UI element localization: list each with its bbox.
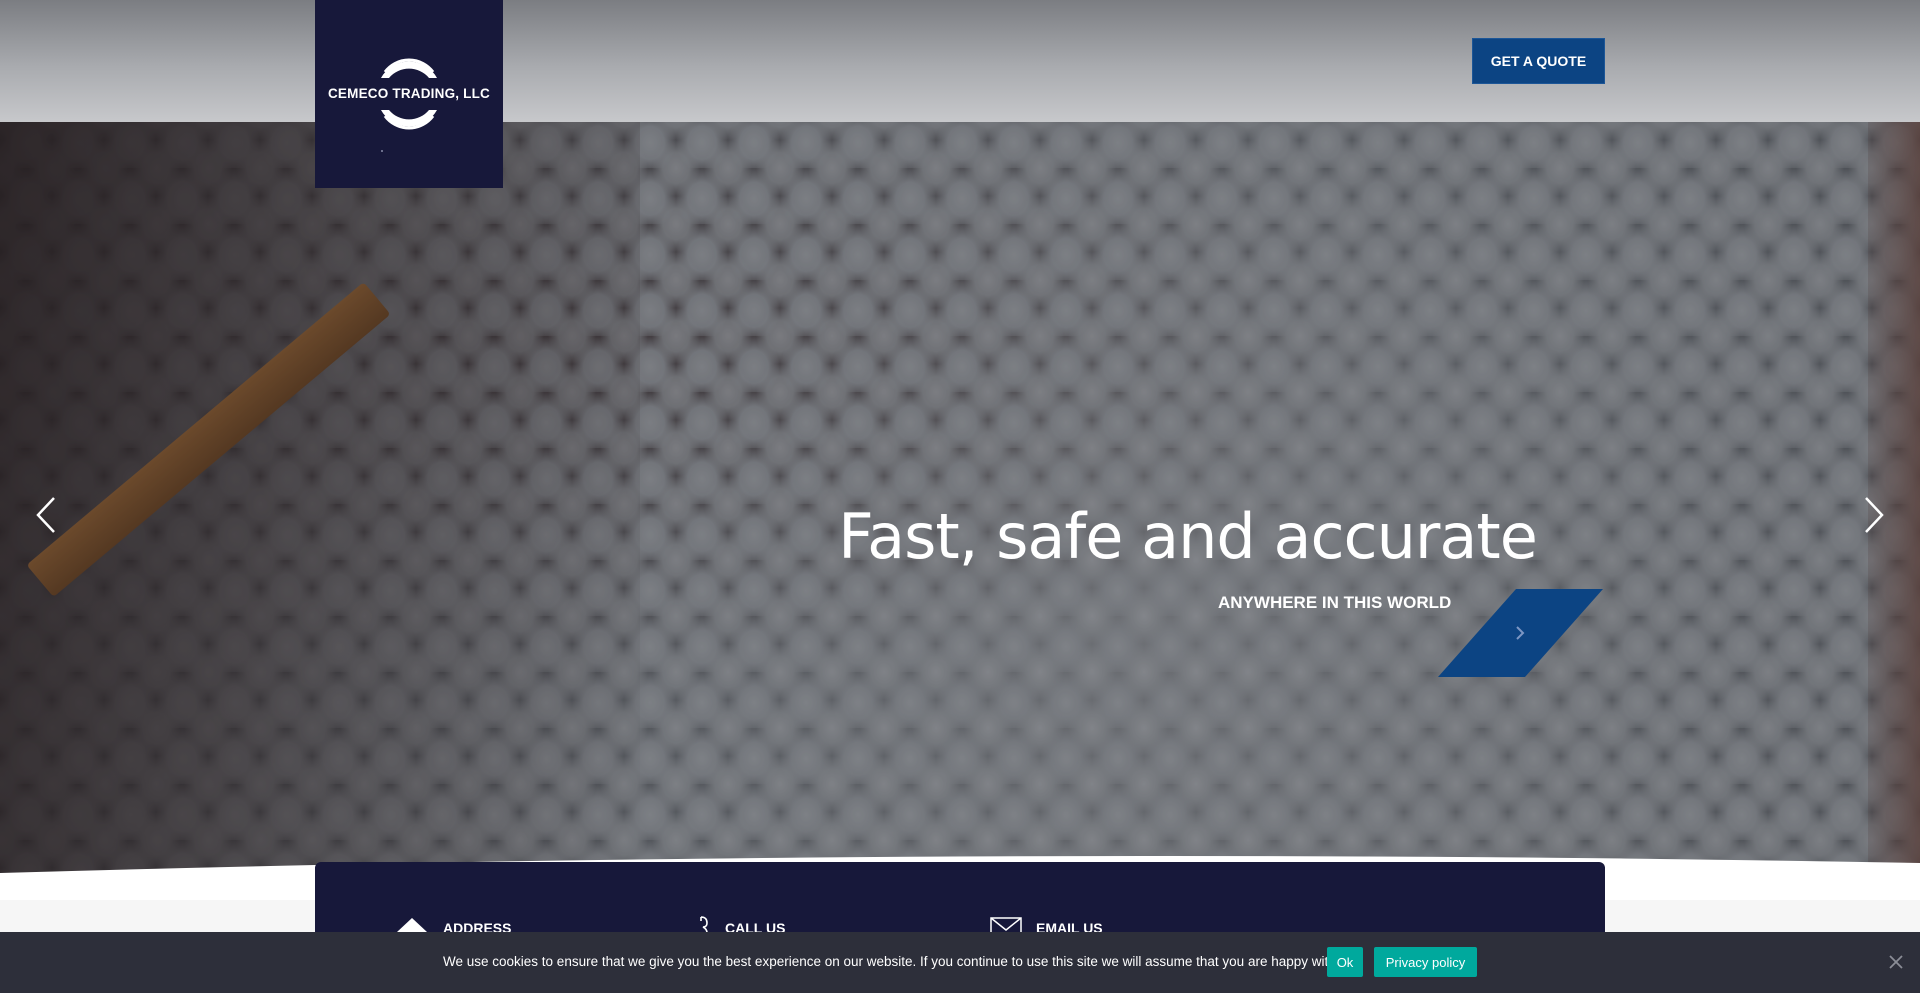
slide-cta-button[interactable] — [1438, 589, 1603, 677]
cookie-close-button[interactable] — [1886, 952, 1906, 972]
slider-prev-button[interactable] — [26, 492, 66, 538]
get-a-quote-button[interactable]: GET A QUOTE — [1472, 38, 1605, 84]
site-logo[interactable]: CEMECO TRADING, LLC — [315, 0, 503, 188]
cookie-accept-button[interactable]: Ok — [1327, 947, 1363, 977]
chevron-left-icon — [36, 497, 55, 533]
slide-title: Fast, safe and accurate — [838, 500, 1538, 573]
hero-overlay — [0, 0, 1920, 875]
logo-dot — [381, 150, 383, 152]
logo-text: CEMECO TRADING, LLC — [327, 86, 491, 101]
site-header — [0, 0, 1920, 122]
cookie-message: We use cookies to ensure that we give yo… — [443, 954, 1350, 969]
hero-slider — [0, 0, 1920, 875]
close-icon — [1889, 955, 1903, 969]
slider-next-button[interactable] — [1854, 492, 1894, 538]
chevron-right-icon — [1865, 497, 1884, 533]
privacy-policy-button[interactable]: Privacy policy — [1374, 947, 1477, 977]
slide-subtitle: ANYWHERE IN THIS WORLD — [1218, 593, 1452, 612]
